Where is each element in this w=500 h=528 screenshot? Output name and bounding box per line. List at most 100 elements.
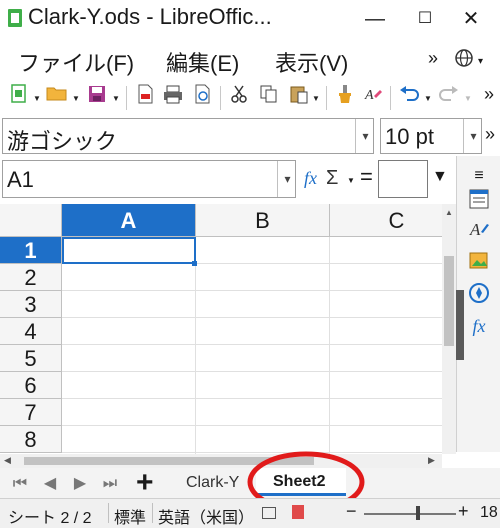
menu-file[interactable]: ファイル(F) bbox=[18, 46, 134, 78]
scroll-left-icon[interactable]: ◀ bbox=[4, 455, 11, 466]
next-sheet-icon[interactable]: ▶ bbox=[70, 472, 90, 496]
gridline bbox=[62, 398, 442, 399]
previous-sheet-icon[interactable]: ◀ bbox=[40, 472, 60, 496]
row-header-3[interactable]: 3 bbox=[0, 291, 62, 318]
font-name-combo[interactable]: 游ゴシック ▾ bbox=[2, 118, 374, 154]
autofill-handle[interactable] bbox=[192, 261, 197, 266]
open-folder-icon[interactable] bbox=[46, 84, 68, 108]
vertical-scrollbar[interactable]: ▲ bbox=[442, 204, 456, 454]
page-style[interactable]: 標準 bbox=[114, 504, 146, 528]
toolbar-overflow-icon[interactable]: » bbox=[484, 84, 494, 105]
sheet-tab-clark-y[interactable]: Clark-Y bbox=[186, 474, 239, 492]
clone-formatting-icon[interactable] bbox=[334, 84, 356, 108]
print-preview-icon[interactable] bbox=[192, 84, 214, 108]
font-size-value: 10 pt bbox=[385, 124, 434, 149]
export-pdf-icon[interactable] bbox=[134, 84, 156, 108]
zoom-in-icon[interactable]: + bbox=[458, 501, 469, 522]
select-all-corner[interactable] bbox=[0, 204, 62, 237]
gridline bbox=[195, 237, 196, 454]
zoom-out-icon[interactable]: − bbox=[346, 501, 357, 522]
status-separator bbox=[108, 503, 109, 523]
clear-formatting-icon[interactable]: A bbox=[362, 84, 384, 108]
redo-icon[interactable] bbox=[438, 84, 460, 108]
copy-icon[interactable] bbox=[258, 84, 280, 108]
paste-dropdown-icon[interactable]: ▼ bbox=[312, 94, 320, 103]
expand-formula-bar-icon[interactable]: ▼ bbox=[432, 168, 448, 186]
zoom-slider[interactable] bbox=[364, 513, 456, 515]
formula-icon[interactable]: = bbox=[360, 164, 373, 190]
undo-dropdown-icon[interactable]: ▼ bbox=[424, 94, 432, 103]
formatting-overflow-icon[interactable]: » bbox=[485, 124, 495, 145]
row-header-5[interactable]: 5 bbox=[0, 345, 62, 372]
paste-icon[interactable] bbox=[288, 84, 310, 108]
scroll-right-icon[interactable]: ▶ bbox=[428, 455, 435, 466]
navigator-icon[interactable] bbox=[467, 282, 491, 306]
sheet-position[interactable]: シート 2 / 2 bbox=[8, 504, 92, 528]
undo-icon[interactable] bbox=[398, 84, 420, 108]
zoom-level[interactable]: 18 bbox=[480, 504, 498, 522]
sheet-tab-bar: ⏮ ◀ ▶ ⏭ + Clark-Y Sheet2 bbox=[0, 451, 500, 513]
column-header-b[interactable]: B bbox=[196, 204, 330, 237]
close-button[interactable]: ✕ bbox=[446, 2, 496, 36]
column-header-a[interactable]: A bbox=[62, 204, 196, 237]
styles-icon[interactable]: A bbox=[467, 218, 491, 242]
svg-text:A: A bbox=[364, 88, 374, 103]
font-size-dropdown-icon[interactable]: ▾ bbox=[463, 119, 483, 153]
document-modified-icon[interactable] bbox=[292, 505, 304, 519]
scroll-up-icon[interactable]: ▲ bbox=[445, 208, 453, 217]
selected-cell-a1[interactable] bbox=[62, 237, 196, 264]
svg-text:A: A bbox=[469, 220, 481, 239]
font-name-value: 游ゴシック bbox=[7, 129, 118, 154]
row-header-8[interactable]: 8 bbox=[0, 426, 62, 453]
spreadsheet-grid[interactable]: A B C 1 2 3 4 5 6 7 8 bbox=[0, 204, 442, 454]
status-bar: シート 2 / 2 標準 英語（米国） − + 18 bbox=[0, 498, 500, 528]
menu-edit[interactable]: 編集(E) bbox=[166, 46, 239, 78]
gallery-icon[interactable] bbox=[467, 250, 491, 274]
save-icon[interactable] bbox=[86, 84, 108, 108]
row-header-2[interactable]: 2 bbox=[0, 264, 62, 291]
font-name-dropdown-icon[interactable]: ▾ bbox=[355, 119, 375, 153]
selection-mode-icon[interactable] bbox=[262, 507, 276, 519]
row-header-1[interactable]: 1 bbox=[0, 237, 62, 264]
sum-dropdown-icon[interactable]: ▼ bbox=[347, 176, 355, 185]
open-dropdown-icon[interactable]: ▼ bbox=[72, 94, 80, 103]
column-header-c[interactable]: C bbox=[330, 204, 442, 237]
properties-icon[interactable] bbox=[467, 188, 491, 212]
name-box[interactable]: A1 ▾ bbox=[2, 160, 296, 198]
horizontal-scrollbar[interactable]: ◀ ▶ bbox=[0, 454, 442, 468]
font-size-combo[interactable]: 10 pt ▾ bbox=[380, 118, 482, 154]
formatting-toolbar: 游ゴシック ▾ 10 pt ▾ » bbox=[0, 116, 500, 156]
add-sheet-button[interactable]: + bbox=[136, 466, 154, 500]
maximize-button[interactable]: ☐ bbox=[400, 2, 450, 36]
sidebar-collapse-handle[interactable] bbox=[456, 290, 464, 360]
last-sheet-icon[interactable]: ⏭ bbox=[100, 472, 120, 496]
sidebar-menu-icon[interactable]: ≡ bbox=[467, 164, 491, 188]
calc-app-icon bbox=[8, 9, 22, 27]
row-header-7[interactable]: 7 bbox=[0, 399, 62, 426]
vertical-scroll-thumb[interactable] bbox=[444, 256, 454, 346]
input-line[interactable] bbox=[378, 160, 428, 198]
globe-dropdown-icon[interactable]: ▾ bbox=[478, 56, 483, 67]
name-box-value: A1 bbox=[7, 167, 34, 192]
sum-icon[interactable]: Σ bbox=[326, 167, 338, 190]
new-document-icon[interactable] bbox=[8, 84, 30, 108]
first-sheet-icon[interactable]: ⏮ bbox=[10, 472, 30, 496]
function-wizard-icon[interactable]: fx bbox=[304, 168, 317, 189]
menu-view[interactable]: 表示(V) bbox=[275, 46, 348, 78]
row-header-4[interactable]: 4 bbox=[0, 318, 62, 345]
print-icon[interactable] bbox=[162, 84, 184, 108]
menu-overflow-icon[interactable]: » bbox=[428, 48, 438, 69]
toolbar-separator bbox=[390, 86, 391, 110]
gridline bbox=[62, 425, 442, 426]
minimize-button[interactable]: — bbox=[350, 2, 400, 36]
functions-icon[interactable]: fx bbox=[467, 314, 491, 338]
name-box-dropdown-icon[interactable]: ▾ bbox=[277, 161, 297, 197]
text-language[interactable]: 英語（米国） bbox=[158, 504, 254, 528]
zoom-slider-thumb[interactable] bbox=[416, 506, 420, 520]
redo-dropdown-icon[interactable]: ▼ bbox=[464, 94, 472, 103]
new-dropdown-icon[interactable]: ▼ bbox=[33, 94, 41, 103]
globe-icon[interactable] bbox=[454, 48, 474, 73]
save-dropdown-icon[interactable]: ▼ bbox=[112, 94, 120, 103]
row-header-6[interactable]: 6 bbox=[0, 372, 62, 399]
cut-icon[interactable] bbox=[228, 84, 250, 108]
